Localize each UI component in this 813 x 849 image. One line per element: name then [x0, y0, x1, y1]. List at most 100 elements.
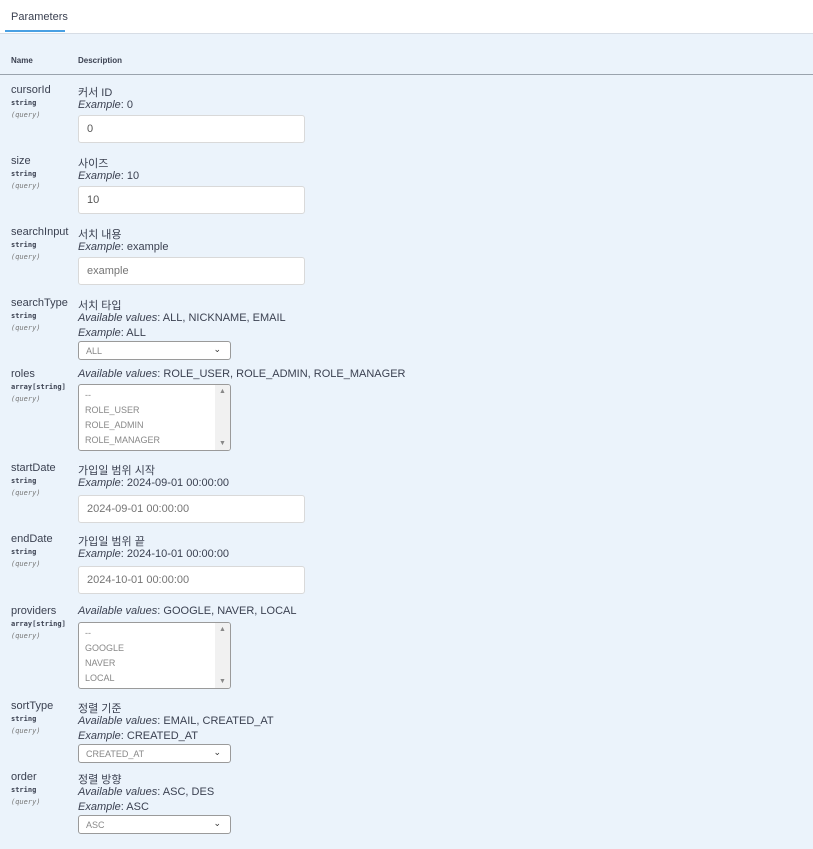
param-name: providers	[11, 605, 57, 617]
param-example: Example: 2024-09-01 00:00:00	[78, 477, 229, 489]
example-value: : CREATED_AT	[120, 730, 199, 742]
startDate-input[interactable]	[78, 495, 305, 523]
example-value: : 0	[120, 99, 134, 111]
tab-parameters[interactable]: Parameters	[5, 0, 68, 32]
example-label: Example	[78, 730, 121, 742]
chevron-down-icon: ⌄	[213, 818, 221, 828]
select-value: CREATED_AT	[86, 749, 145, 759]
chevron-down-icon: ⌄	[213, 344, 221, 354]
param-example: Example: ASC	[78, 801, 149, 813]
param-description: 가입일 범위 시작	[78, 465, 155, 477]
param-description: 서치 타입	[78, 300, 122, 312]
param-example: Example: CREATED_AT	[78, 730, 198, 742]
select-value: ASC	[86, 820, 105, 830]
available-values-label: Available values	[78, 605, 158, 617]
param-name: roles	[11, 368, 35, 380]
param-type: string	[11, 99, 37, 107]
param-type: string	[11, 170, 37, 178]
available-values-label: Available values	[78, 786, 158, 798]
searchType-select[interactable]: ALL ⌄	[78, 341, 231, 360]
param-description: 커서 ID	[78, 87, 113, 99]
param-location: (query)	[11, 253, 41, 261]
param-name: endDate	[11, 533, 53, 545]
select-value: ALL	[86, 346, 103, 356]
param-available-values: Available values: ROLE_USER, ROLE_ADMIN,…	[78, 368, 405, 380]
example-value: : 2024-10-01 00:00:00	[120, 548, 230, 560]
sortType-select[interactable]: CREATED_AT ⌄	[78, 744, 231, 763]
providers-multiselect[interactable]: -- GOOGLE NAVER LOCAL ▲ ▼	[78, 622, 231, 689]
param-location: (query)	[11, 632, 41, 640]
param-name: searchType	[11, 297, 68, 309]
param-location: (query)	[11, 727, 41, 735]
param-type: string	[11, 312, 37, 320]
example-value: : example	[120, 241, 169, 253]
example-value: : ALL	[120, 327, 146, 339]
list-option[interactable]: --	[85, 390, 91, 400]
scroll-up-arrow-icon[interactable]: ▲	[219, 626, 226, 633]
example-label: Example	[78, 241, 121, 253]
scroll-up-arrow-icon[interactable]: ▲	[219, 388, 226, 395]
list-option[interactable]: ROLE_USER	[85, 405, 140, 415]
available-values: : GOOGLE, NAVER, LOCAL	[157, 605, 297, 617]
list-option[interactable]: ROLE_MANAGER	[85, 435, 160, 445]
param-description: 서치 내용	[78, 229, 122, 241]
list-option[interactable]: ROLE_ADMIN	[85, 420, 144, 430]
param-description: 정렬 방향	[78, 774, 122, 786]
available-values: : ROLE_USER, ROLE_ADMIN, ROLE_MANAGER	[157, 368, 406, 380]
list-option[interactable]: LOCAL	[85, 673, 115, 683]
param-type: string	[11, 715, 37, 723]
example-label: Example	[78, 99, 121, 111]
scrollbar[interactable]: ▲ ▼	[215, 385, 230, 450]
param-available-values: Available values: EMAIL, CREATED_AT	[78, 715, 274, 727]
param-available-values: Available values: ASC, DES	[78, 786, 214, 798]
order-select[interactable]: ASC ⌄	[78, 815, 231, 834]
size-input[interactable]	[78, 186, 305, 214]
param-description: 가입일 범위 끝	[78, 536, 145, 548]
list-option[interactable]: NAVER	[85, 658, 115, 668]
param-type: string	[11, 786, 37, 794]
param-type: array[string]	[11, 383, 66, 391]
param-name: searchInput	[11, 226, 69, 238]
tab-bar: Parameters	[0, 0, 813, 34]
param-name: size	[11, 155, 31, 167]
param-location: (query)	[11, 560, 41, 568]
column-header-name: Name	[11, 56, 33, 65]
example-label: Example	[78, 801, 121, 813]
cursorId-input[interactable]	[78, 115, 305, 143]
param-type: string	[11, 548, 37, 556]
param-location: (query)	[11, 489, 41, 497]
example-value: : 10	[120, 170, 140, 182]
available-values: : EMAIL, CREATED_AT	[157, 715, 274, 727]
param-location: (query)	[11, 182, 41, 190]
searchInput-input[interactable]	[78, 257, 305, 285]
scroll-down-arrow-icon[interactable]: ▼	[219, 678, 226, 685]
param-example: Example: example	[78, 241, 169, 253]
example-label: Example	[78, 170, 121, 182]
list-option[interactable]: GOOGLE	[85, 643, 124, 653]
param-location: (query)	[11, 111, 41, 119]
tab-parameters-label: Parameters	[11, 11, 68, 23]
list-option[interactable]: --	[85, 628, 91, 638]
parameters-table-header: Name Description	[0, 50, 813, 75]
param-name: startDate	[11, 462, 56, 474]
example-label: Example	[78, 477, 121, 489]
param-available-values: Available values: GOOGLE, NAVER, LOCAL	[78, 605, 296, 617]
example-label: Example	[78, 327, 121, 339]
available-values-label: Available values	[78, 312, 158, 324]
param-example: Example: 2024-10-01 00:00:00	[78, 548, 229, 560]
roles-multiselect[interactable]: -- ROLE_USER ROLE_ADMIN ROLE_MANAGER ▲ ▼	[78, 384, 231, 451]
endDate-input[interactable]	[78, 566, 305, 594]
scrollbar[interactable]: ▲ ▼	[215, 623, 230, 688]
param-location: (query)	[11, 324, 41, 332]
param-name: order	[11, 771, 37, 783]
example-value: : 2024-09-01 00:00:00	[120, 477, 230, 489]
param-example: Example: 0	[78, 99, 133, 111]
param-description: 정렬 기준	[78, 703, 122, 715]
available-values: : ALL, NICKNAME, EMAIL	[157, 312, 286, 324]
available-values: : ASC, DES	[157, 786, 215, 798]
available-values-label: Available values	[78, 715, 158, 727]
example-value: : ASC	[120, 801, 149, 813]
scroll-down-arrow-icon[interactable]: ▼	[219, 440, 226, 447]
param-type: string	[11, 241, 37, 249]
example-label: Example	[78, 548, 121, 560]
